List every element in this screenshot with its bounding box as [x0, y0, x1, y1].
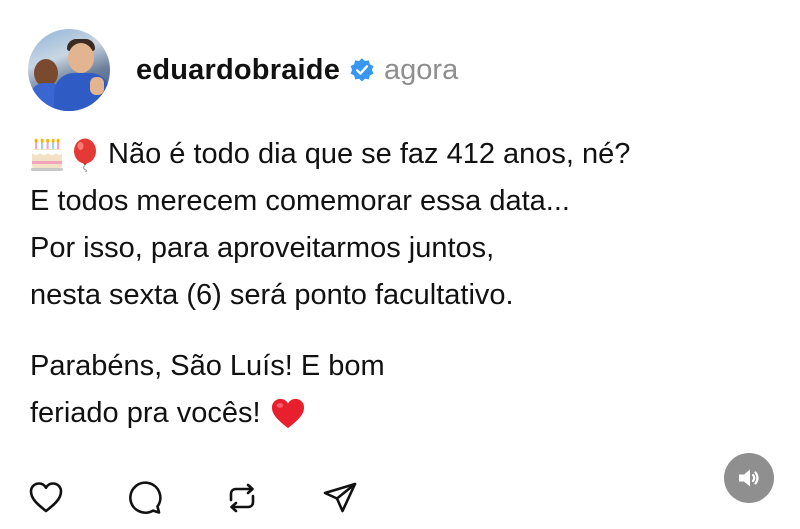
- post-caption: Não é todo dia que se faz 412 anos, né? …: [30, 131, 770, 437]
- caption-line: feriado pra vocês!: [30, 390, 770, 437]
- red-heart-icon: [271, 397, 305, 431]
- post-header: eduardobraide agora: [28, 28, 458, 112]
- caption-line: Por isso, para aproveitarmos juntos,: [30, 225, 770, 272]
- share-send-icon[interactable]: [322, 480, 358, 516]
- caption-text: E todos merecem comemorar essa data...: [30, 185, 570, 217]
- caption-text: Parabéns, São Luís! E bom: [30, 350, 385, 382]
- caption-line: Não é todo dia que se faz 412 anos, né?: [30, 131, 770, 178]
- caption-line: Parabéns, São Luís! E bom: [30, 343, 770, 390]
- birthday-cake-icon: [30, 138, 64, 172]
- caption-text: nesta sexta (6) será ponto facultativo.: [30, 279, 514, 311]
- speaker-muted-icon: [736, 465, 762, 491]
- post-actions: [28, 480, 420, 516]
- like-heart-icon[interactable]: [28, 480, 64, 516]
- caption-line: E todos merecem comemorar essa data...: [30, 178, 770, 225]
- mute-toggle-button[interactable]: [724, 453, 774, 503]
- repost-icon[interactable]: [224, 480, 260, 516]
- caption-text: feriado pra vocês!: [30, 397, 261, 429]
- author-avatar[interactable]: [28, 29, 110, 111]
- verified-badge-icon: [349, 57, 375, 83]
- balloon-icon: [68, 138, 102, 172]
- post-timestamp: agora: [384, 53, 459, 86]
- caption-text: Não é todo dia que se faz 412 anos, né?: [108, 138, 631, 170]
- author-info: eduardobraide agora: [136, 54, 458, 87]
- caption-text: Por isso, para aproveitarmos juntos,: [30, 232, 495, 264]
- caption-line: nesta sexta (6) será ponto facultativo.: [30, 272, 770, 319]
- author-username[interactable]: eduardobraide: [136, 54, 340, 87]
- comment-bubble-icon[interactable]: [126, 480, 162, 516]
